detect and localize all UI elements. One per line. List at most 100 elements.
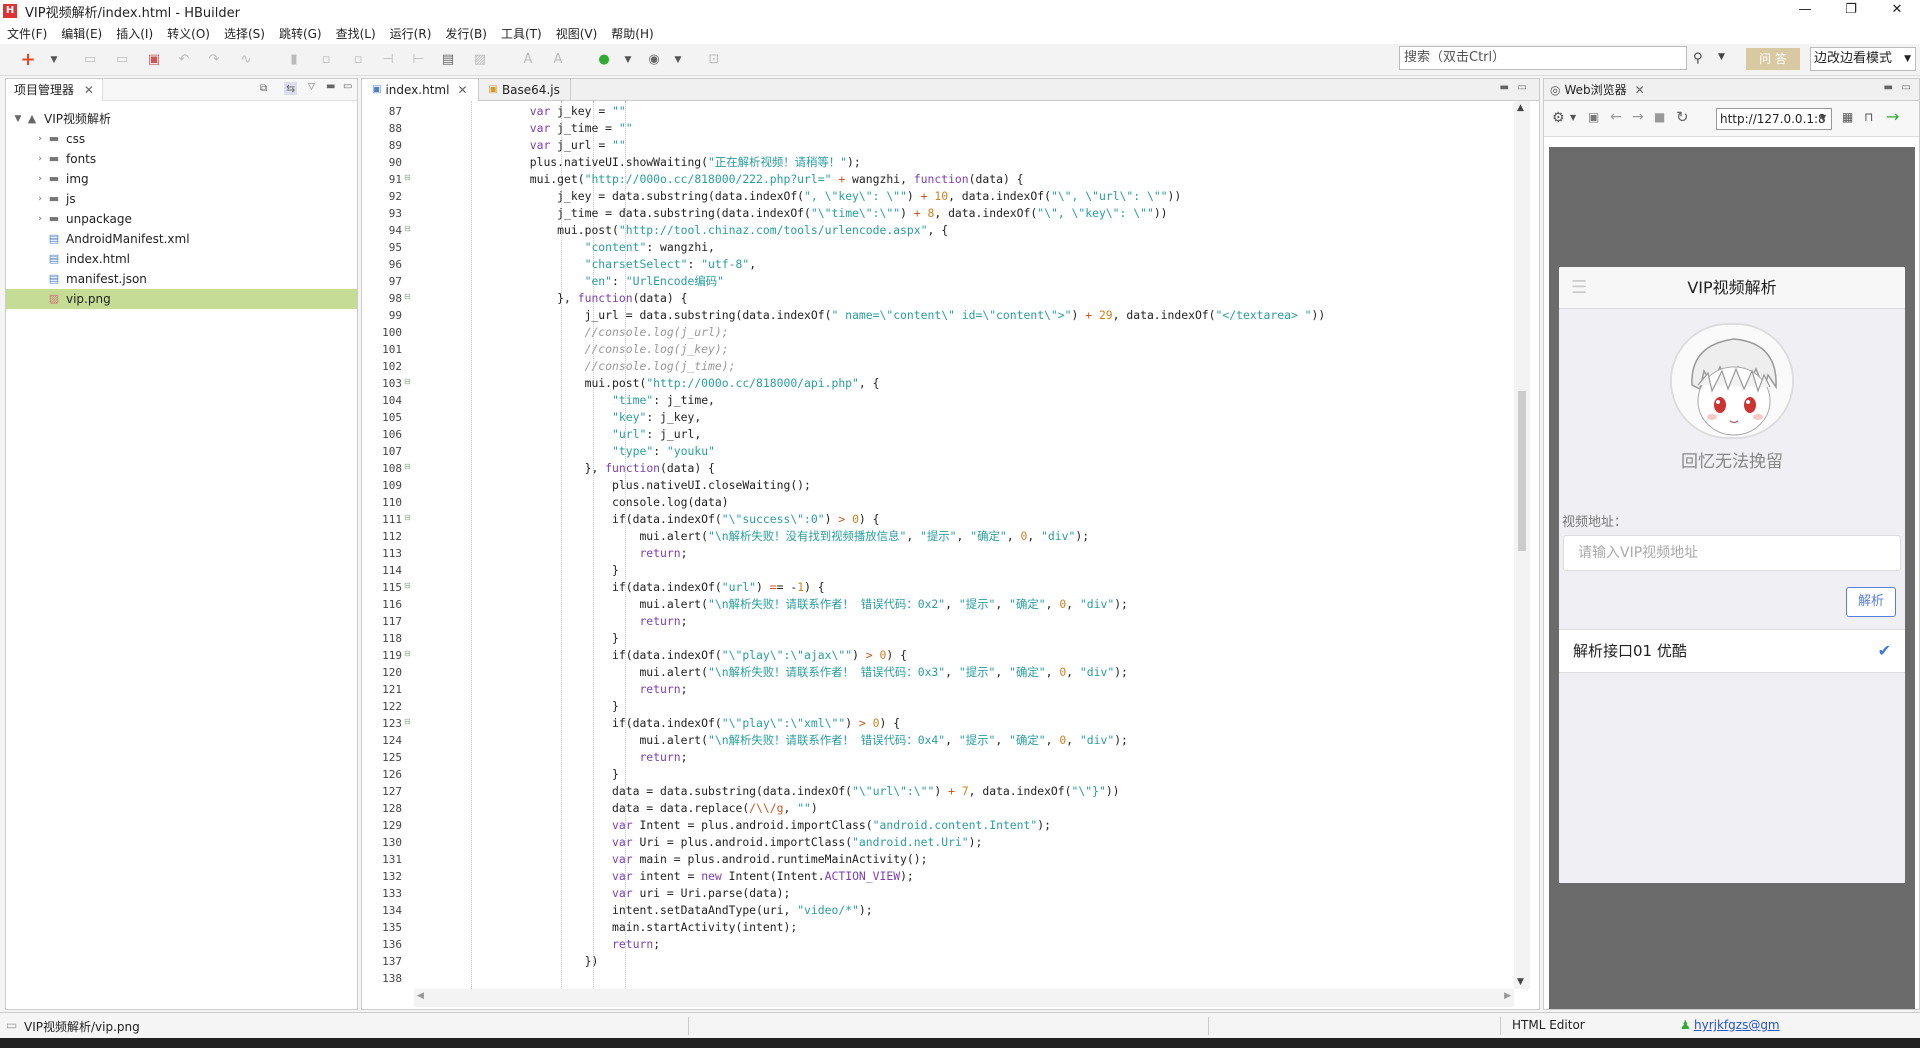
code-line[interactable]: var j_time = "" (420, 120, 633, 137)
code-line[interactable]: "key": j_key, (420, 409, 701, 426)
jump-back-icon[interactable]: ⊣ (380, 52, 396, 68)
link-editor-icon[interactable]: ⇆ (284, 82, 298, 95)
collapsed-arrow-icon[interactable]: › (34, 149, 46, 169)
code-line[interactable]: //console.log(j_url); (420, 324, 729, 341)
maximize-button[interactable]: ❐ (1828, 0, 1874, 22)
code-line[interactable]: data = data.replace(/\\/g, "") (420, 800, 818, 817)
minimize-panel-icon[interactable]: ▬ (1500, 82, 1509, 93)
fold-toggle-icon[interactable]: ⊟ (404, 458, 412, 475)
code-line[interactable]: mui.alert("\n解析失败！请联系作者！ 错误代码：0x3", "提示"… (420, 664, 1127, 681)
code-line[interactable]: intent.setDataAndType(uri, "video/*"); (420, 902, 873, 919)
collapsed-arrow-icon[interactable]: › (34, 129, 46, 149)
help-icon[interactable]: ⊡ (706, 52, 722, 68)
horizontal-scrollbar[interactable]: ◀ ▶ (414, 989, 1514, 1007)
menu-item[interactable]: 编辑(E) (54, 25, 109, 42)
run-icon[interactable]: ● (596, 52, 612, 68)
code-line[interactable]: } (420, 562, 619, 579)
jump-forward-icon[interactable]: ⊢ (410, 52, 426, 68)
api-option[interactable]: 解析接口01 优酷 ✔ (1559, 629, 1905, 673)
collapsed-arrow-icon[interactable]: › (34, 209, 46, 229)
code-line[interactable]: main.startActivity(intent); (420, 919, 797, 936)
tree-folder[interactable]: › ▬ css (6, 129, 357, 149)
collapsed-arrow-icon[interactable]: › (34, 189, 46, 209)
refresh-icon[interactable]: ↻ (1676, 108, 1689, 126)
back-icon[interactable]: ← (1610, 109, 1622, 125)
undo-icon[interactable]: ↶ (176, 52, 192, 68)
close-icon[interactable]: ✕ (457, 79, 467, 101)
new-file-icon[interactable]: + (20, 51, 36, 69)
tree-folder[interactable]: › ▬ unpackage (6, 209, 357, 229)
code-area[interactable]: var j_key = "" var j_time = "" var j_url… (414, 101, 1514, 989)
menu-item[interactable]: 跳转(G) (272, 25, 329, 42)
code-line[interactable]: "type": "youku" (420, 443, 715, 460)
tree-folder[interactable]: › ▬ js (6, 189, 357, 209)
code-line[interactable]: "charsetSelect": "utf-8", (420, 256, 756, 273)
code-line[interactable]: if(data.indexOf("url") == -1) { (420, 579, 825, 596)
tree-file[interactable]: ▨ vip.png (6, 289, 357, 309)
code-line[interactable]: "time": j_time, (420, 392, 715, 409)
save-all-icon[interactable]: ▭ (114, 52, 130, 68)
menu-item[interactable]: 视图(V) (549, 25, 605, 42)
code-line[interactable]: var intent = new Intent(Intent.ACTION_VI… (420, 868, 914, 885)
menu-icon[interactable]: ☰ (1571, 267, 1587, 309)
code-line[interactable]: mui.get("http://000o.cc/818000/222.php?u… (420, 171, 1024, 188)
code-line[interactable]: data = data.substring(data.indexOf("\"ur… (420, 783, 1120, 800)
code-line[interactable]: if(data.indexOf("\"success\":0") > 0) { (420, 511, 879, 528)
font-increase-icon[interactable]: A (520, 52, 536, 68)
browser-icon[interactable]: ◉ (646, 52, 662, 68)
save-icon[interactable]: ▭ (82, 52, 98, 68)
close-icon[interactable]: ✕ (84, 83, 94, 97)
code-line[interactable]: j_url = data.substring(data.indexOf(" na… (420, 307, 1326, 324)
code-line[interactable]: console.log(data) (420, 494, 729, 511)
maximize-panel-icon[interactable]: ▭ (343, 81, 352, 92)
parse-button[interactable]: 解析 (1846, 587, 1896, 617)
code-line[interactable]: if(data.indexOf("\"play\":\"xml\"") > 0)… (420, 715, 900, 732)
menu-item[interactable]: 帮助(H) (604, 25, 660, 42)
fold-toggle-icon[interactable]: ⊟ (404, 220, 412, 237)
expanded-arrow-icon[interactable]: ▼ (12, 109, 24, 129)
code-line[interactable]: mui.alert("\n解析失败！请联系作者！ 错误代码：0x2", "提示"… (420, 596, 1127, 613)
fold-toggle-icon[interactable]: ⊟ (404, 373, 412, 390)
tree-file[interactable]: ▼ ▲ VIP视频解析 (6, 109, 357, 129)
search-input[interactable]: 搜索（双击Ctrl） (1399, 46, 1687, 70)
redo-icon[interactable]: ↷ (206, 52, 222, 68)
menu-item[interactable]: 插入(I) (109, 25, 160, 42)
code-line[interactable]: return; (420, 936, 660, 953)
code-line[interactable]: return; (420, 681, 687, 698)
go-icon[interactable]: → (1886, 107, 1899, 126)
code-line[interactable]: var uri = Uri.parse(data); (420, 885, 790, 902)
code-line[interactable]: //console.log(j_key); (420, 341, 729, 358)
bookmark-prev-icon[interactable]: ▫ (318, 52, 334, 68)
view-menu-icon[interactable]: ▽ (308, 82, 315, 92)
search-icon[interactable]: ⚲ (1693, 51, 1703, 66)
find-icon[interactable]: ▨ (472, 52, 488, 68)
lock-icon[interactable]: ⊓ (1864, 110, 1873, 124)
code-line[interactable]: plus.nativeUI.showWaiting("正在解析视频！请稍等！")… (420, 154, 861, 171)
bookmark-next-icon[interactable]: ▫ (350, 52, 366, 68)
code-line[interactable]: }, function(data) { (420, 460, 715, 477)
fold-toggle-icon[interactable]: ⊟ (404, 509, 412, 526)
menu-item[interactable]: 查找(L) (329, 25, 383, 42)
code-line[interactable]: return; (420, 749, 687, 766)
code-line[interactable]: return; (420, 613, 687, 630)
tree-folder[interactable]: › ▬ img (6, 169, 357, 189)
code-line[interactable]: } (420, 630, 619, 647)
code-line[interactable]: //console.log(j_time); (420, 358, 736, 375)
code-line[interactable]: return; (420, 545, 687, 562)
format-icon[interactable]: ∿ (238, 52, 254, 68)
menu-item[interactable]: 转义(O) (160, 25, 217, 42)
bookmark-icon[interactable]: ▮ (286, 52, 302, 68)
scroll-right-icon[interactable]: ▶ (1504, 991, 1511, 1001)
url-input[interactable]: http://127.0.0.1:8 (1716, 108, 1832, 130)
qrcode-icon[interactable]: ▦ (1842, 110, 1853, 124)
font-decrease-icon[interactable]: A (550, 52, 566, 68)
chevron-down-icon[interactable]: ▼ (1570, 113, 1576, 122)
maximize-panel-icon[interactable]: ▭ (1518, 82, 1527, 93)
scroll-up-icon[interactable]: ▲ (1517, 103, 1524, 113)
collapse-all-icon[interactable]: ⧉ (260, 83, 267, 94)
fold-toggle-icon[interactable]: ⊟ (404, 577, 412, 594)
code-line[interactable]: } (420, 698, 619, 715)
close-button[interactable]: ✕ (1874, 0, 1920, 22)
vertical-scrollbar[interactable]: ▲ ▼ (1514, 101, 1530, 989)
scroll-left-icon[interactable]: ◀ (417, 991, 424, 1001)
